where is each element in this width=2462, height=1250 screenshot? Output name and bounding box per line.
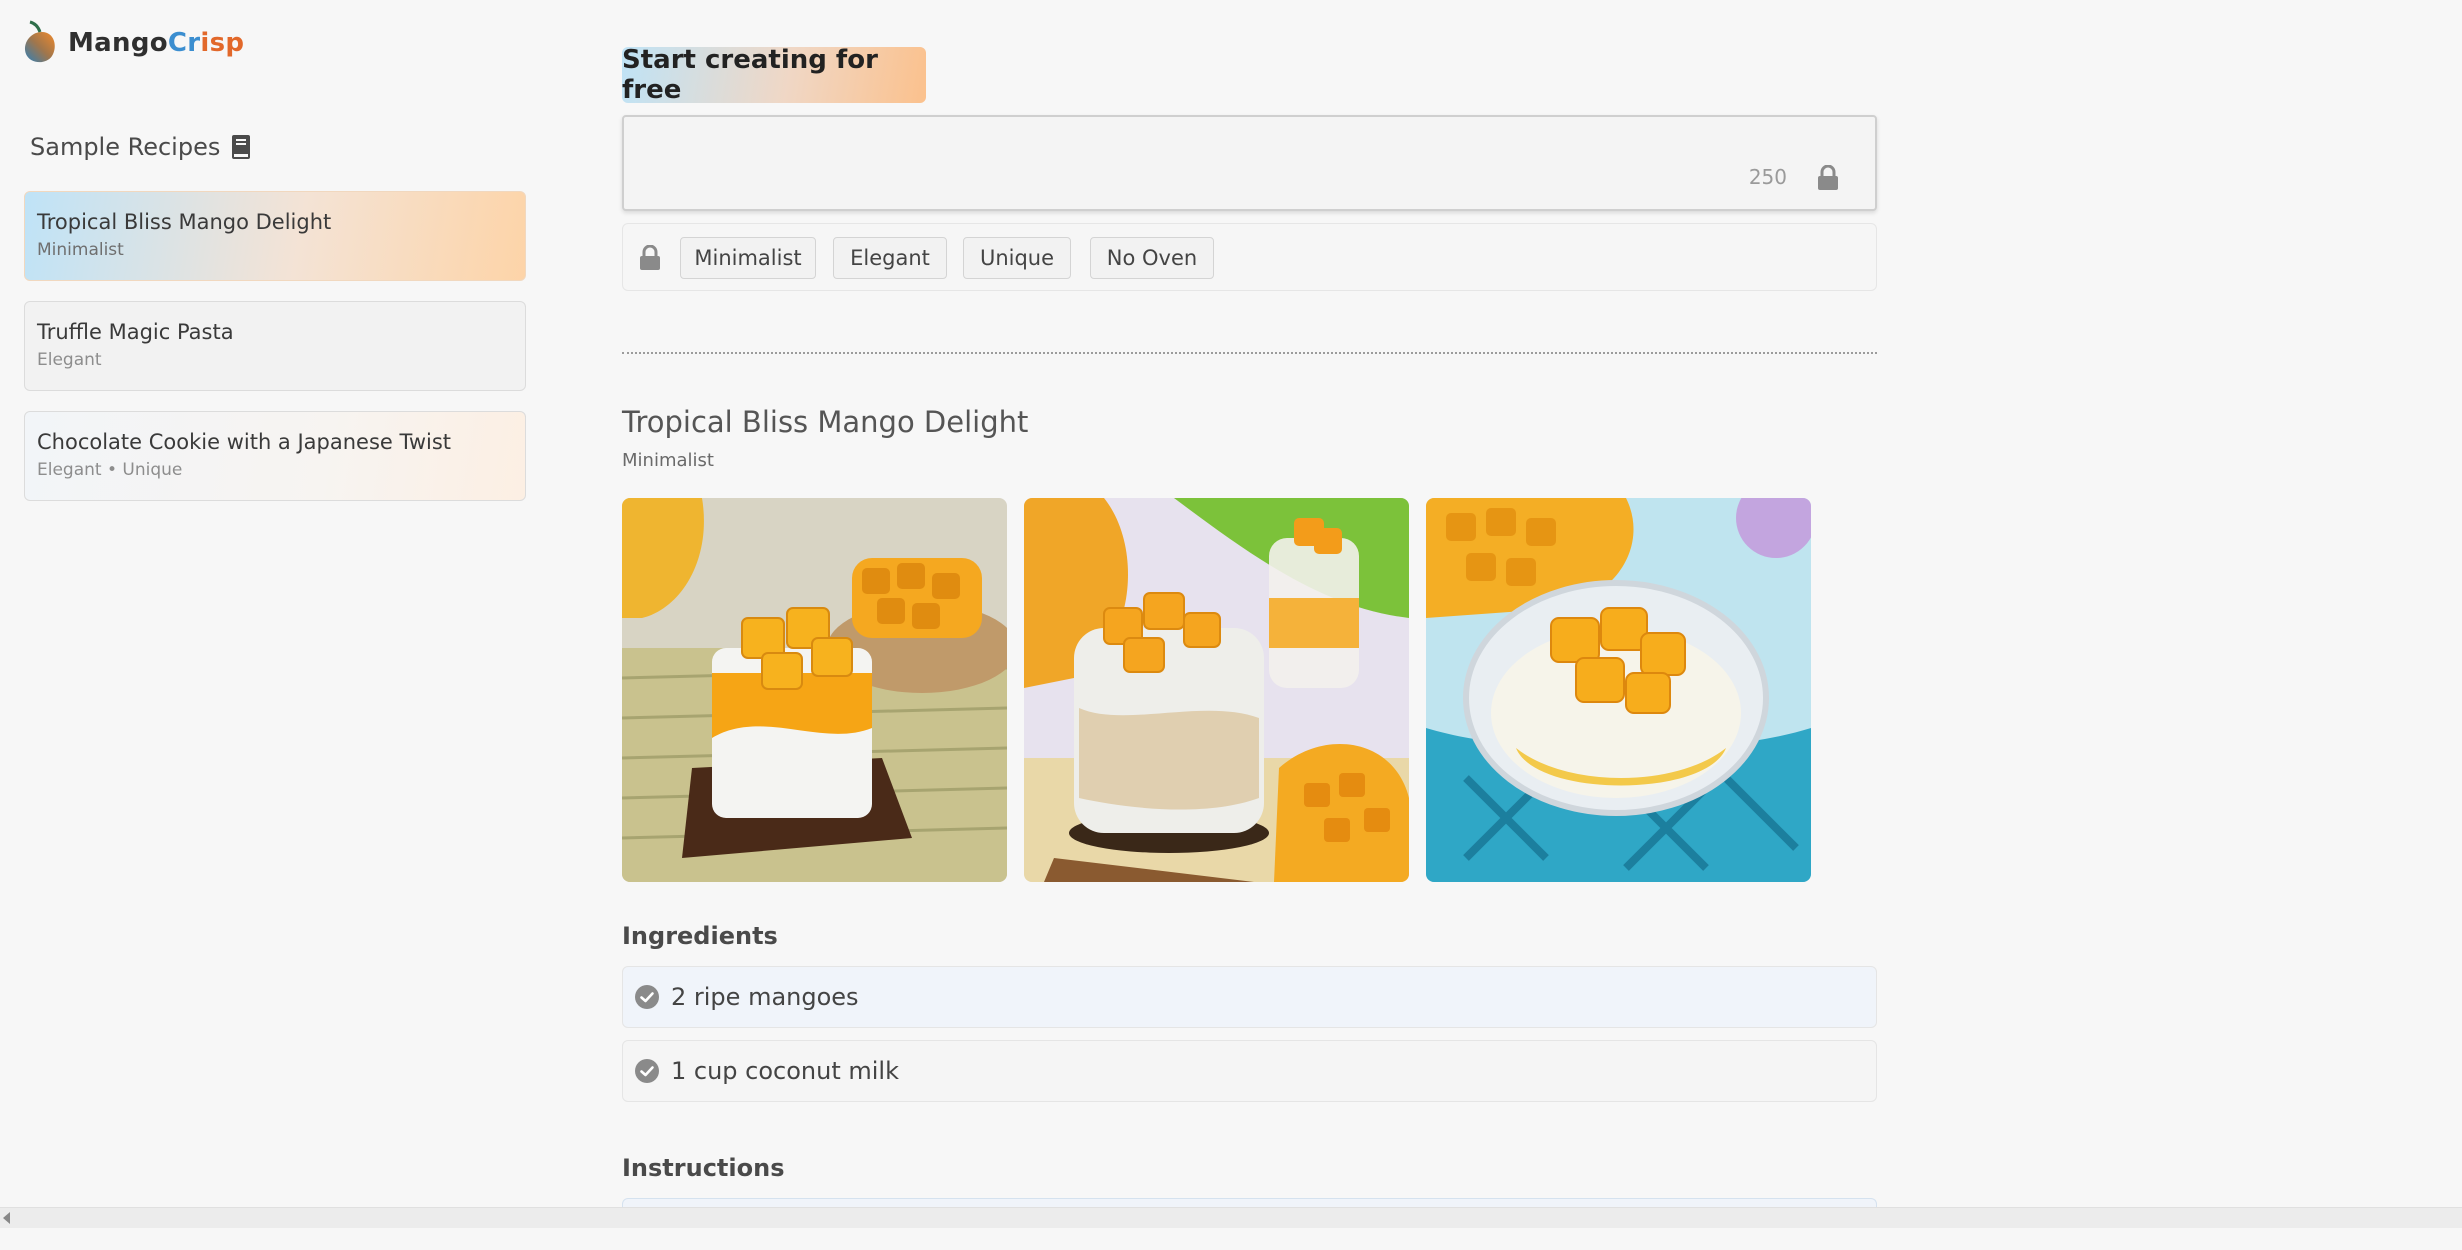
sidebar-title-text: Sample Recipes bbox=[30, 133, 221, 161]
tag-unique[interactable]: Unique bbox=[963, 237, 1071, 279]
mango-logo-icon bbox=[24, 20, 55, 63]
brand-name: MangoCrisp bbox=[68, 28, 245, 58]
lock-icon bbox=[1818, 165, 1838, 190]
sidebar-title: Sample Recipes bbox=[30, 133, 252, 161]
char-count: 250 bbox=[1748, 165, 1787, 189]
check-circle-icon bbox=[635, 1059, 659, 1083]
brand-logo[interactable]: MangoCrisp bbox=[22, 20, 244, 66]
recipe-card-title: Tropical Bliss Mango Delight bbox=[37, 210, 332, 234]
ingredients-heading: Ingredients bbox=[622, 922, 778, 950]
recipe-style: Minimalist bbox=[622, 450, 714, 471]
recipe-card-tags: Elegant • Unique bbox=[37, 460, 183, 480]
horizontal-scrollbar[interactable] bbox=[0, 1207, 2462, 1228]
style-tags-bar: Minimalist Elegant Unique No Oven bbox=[622, 223, 1877, 291]
ingredient-text: 1 cup coconut milk bbox=[671, 1057, 899, 1085]
recipe-prompt-input[interactable]: 250 bbox=[622, 115, 1877, 211]
recipe-card-tags: Elegant bbox=[37, 350, 102, 370]
lock-icon bbox=[640, 245, 660, 270]
book-icon bbox=[232, 135, 251, 159]
recipe-card-title: Truffle Magic Pasta bbox=[37, 320, 234, 344]
tag-elegant[interactable]: Elegant bbox=[833, 237, 947, 279]
ingredient-item[interactable]: 2 ripe mangoes bbox=[622, 966, 1877, 1028]
ingredient-item[interactable]: 1 cup coconut milk bbox=[622, 1040, 1877, 1102]
instructions-heading: Instructions bbox=[622, 1154, 785, 1182]
divider bbox=[622, 352, 1877, 354]
recipe-card-tags: Minimalist bbox=[37, 240, 124, 260]
recipe-photo-2[interactable] bbox=[1024, 498, 1409, 882]
ingredient-text: 2 ripe mangoes bbox=[671, 983, 859, 1011]
sidebar-item-tropical-bliss[interactable]: Tropical Bliss Mango Delight Minimalist bbox=[24, 191, 526, 281]
check-circle-icon bbox=[635, 985, 659, 1009]
recipe-photo-1[interactable] bbox=[622, 498, 1007, 882]
scroll-left-arrow-icon[interactable] bbox=[3, 1212, 10, 1224]
recipe-photo-3[interactable] bbox=[1426, 498, 1811, 882]
sidebar-item-chocolate-cookie[interactable]: Chocolate Cookie with a Japanese Twist E… bbox=[24, 411, 526, 501]
tag-minimalist[interactable]: Minimalist bbox=[680, 237, 816, 279]
sidebar-item-truffle-pasta[interactable]: Truffle Magic Pasta Elegant bbox=[24, 301, 526, 391]
tag-no-oven[interactable]: No Oven bbox=[1090, 237, 1214, 279]
recipe-title: Tropical Bliss Mango Delight bbox=[622, 405, 1029, 439]
recipe-card-title: Chocolate Cookie with a Japanese Twist bbox=[37, 430, 452, 454]
start-creating-button[interactable]: Start creating for free bbox=[622, 45, 926, 105]
